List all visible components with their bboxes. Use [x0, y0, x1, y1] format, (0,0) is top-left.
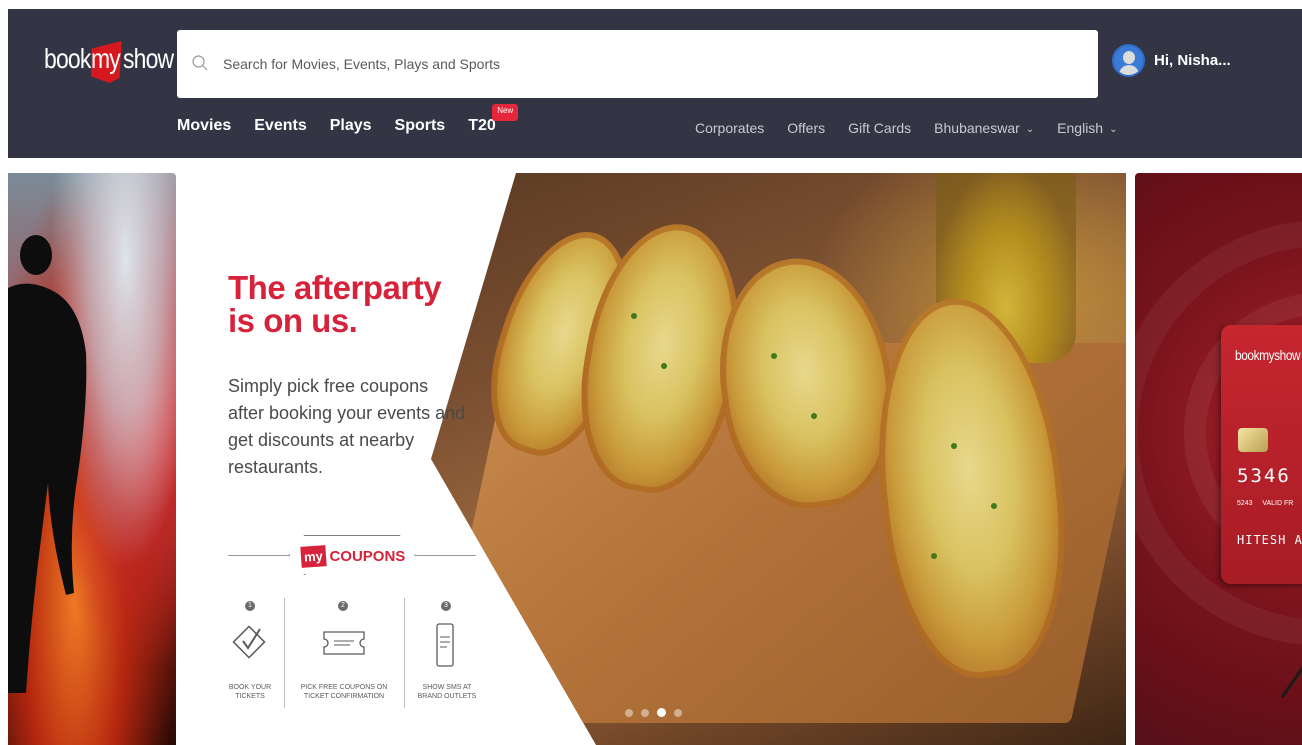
nav-offers[interactable]: Offers: [787, 120, 825, 136]
search-bar[interactable]: [177, 30, 1098, 98]
promo-subtitle: Simply pick free coupons after booking y…: [228, 376, 466, 477]
language-selector[interactable]: English ⌄: [1057, 120, 1117, 136]
primary-nav: Movies Events Plays Sports T20 New: [177, 104, 519, 135]
herb-speck: [931, 553, 937, 559]
step-number: 2: [338, 601, 348, 611]
mycoupons-badge-inner: my COUPONS: [291, 537, 415, 575]
herb-speck: [661, 363, 667, 369]
avatar-icon[interactable]: [1112, 43, 1145, 77]
nav-events[interactable]: Events: [254, 117, 306, 135]
nav-gift-cards-label: Gift Cards: [848, 120, 912, 136]
divider-line-right: [406, 555, 476, 556]
carousel-dot[interactable]: [625, 708, 633, 717]
carousel-dot[interactable]: [641, 708, 649, 717]
herb-speck: [631, 313, 637, 319]
promo-title: The afterparty is on us.: [228, 269, 442, 339]
bookmyshow-logo[interactable]: book my show: [44, 37, 174, 87]
avatar-body: [1119, 64, 1139, 75]
mycoupons-text: COUPONS: [329, 547, 406, 565]
step-label: BOOK YOUR TICKETS: [228, 684, 272, 700]
credit-card-image: bookmyshow 5346 7 5243 VALID FR HITESH A…: [1221, 325, 1302, 584]
step-label: PICK FREE COUPONS ON TICKET CONFIRMATION: [300, 684, 388, 700]
herb-speck: [811, 413, 817, 419]
secondary-nav: Corporates Offers Gift Cards Bhubaneswar…: [695, 120, 1140, 136]
checkmark-icon: [232, 625, 266, 659]
player-silhouette-image: [8, 235, 87, 693]
nav-offers-label: Offers: [787, 120, 826, 136]
step-separator: [404, 598, 405, 708]
herb-speck: [991, 503, 997, 509]
city-selector-label: Bhubaneswar: [934, 120, 1020, 136]
new-badge: New: [492, 104, 519, 121]
nav-t20[interactable]: T20 New: [468, 104, 519, 135]
herb-speck: [771, 353, 777, 359]
card-small-text: 5243 VALID FR: [1237, 500, 1293, 507]
step-separator: [284, 598, 285, 708]
carousel-dot-active[interactable]: [657, 708, 666, 717]
ticket-icon: [323, 631, 365, 655]
mycoupons-badge: my COUPONS: [289, 535, 415, 575]
card-holder-name: HITESH AR: [1237, 533, 1302, 547]
card-number: 5346 7: [1237, 465, 1302, 487]
mycoupons-my: my: [299, 544, 327, 568]
search-input[interactable]: [223, 48, 1083, 80]
card-chip: [1238, 428, 1268, 452]
logo-word-book: book: [44, 43, 91, 74]
card-small-number: 5243: [1237, 500, 1253, 507]
card-valid-label: VALID FR: [1262, 500, 1294, 507]
nav-corporates[interactable]: Corporates: [695, 120, 764, 136]
card-logo: bookmyshow: [1235, 347, 1301, 363]
city-selector[interactable]: Bhubaneswar ⌄: [934, 120, 1034, 136]
carousel-active-slide[interactable]: The afterparty is on us. Simply pick fre…: [176, 173, 1126, 745]
step-number: 3: [441, 601, 451, 611]
nav-corporates-label: Corporates: [695, 120, 765, 136]
logo-word-my: my: [91, 43, 121, 74]
logo-word-my-box: my: [91, 41, 122, 83]
nav-plays[interactable]: Plays: [330, 117, 372, 135]
nav-gift-cards[interactable]: Gift Cards: [848, 120, 911, 136]
chevron-down-icon: ⌄: [1025, 123, 1035, 135]
page: book my show Hi, Nisha... Movies Events …: [0, 0, 1302, 745]
herb-speck: [951, 443, 957, 449]
chevron-down-icon: ⌄: [1109, 123, 1118, 135]
garlic-bread-image: [431, 173, 1126, 745]
carousel-prev-slide[interactable]: [8, 173, 176, 745]
carousel-dot[interactable]: [674, 708, 682, 717]
search-icon: [192, 55, 208, 71]
logo-word-show: show: [123, 43, 174, 74]
user-profile[interactable]: Hi, Nisha...: [1112, 38, 1231, 82]
user-greeting[interactable]: Hi, Nisha...: [1154, 52, 1231, 69]
promo-title-line2: is on us.: [228, 302, 358, 339]
top-header: book my show Hi, Nisha... Movies Events …: [8, 9, 1302, 158]
carousel-next-slide[interactable]: bookmyshow 5346 7 5243 VALID FR HITESH A…: [1135, 173, 1302, 745]
divider-line-left: [228, 555, 298, 556]
step-number: 1: [245, 601, 255, 611]
promo-title-line1: The afterparty: [228, 269, 442, 306]
step-label: SHOW SMS AT BRAND OUTLETS: [417, 684, 477, 700]
avatar-head: [1123, 50, 1135, 64]
language-selector-label: English: [1057, 120, 1104, 136]
carousel-dots: [625, 708, 682, 717]
nav-movies[interactable]: Movies: [177, 117, 231, 135]
nav-sports[interactable]: Sports: [395, 117, 446, 135]
mobile-sms-icon: [436, 623, 454, 667]
